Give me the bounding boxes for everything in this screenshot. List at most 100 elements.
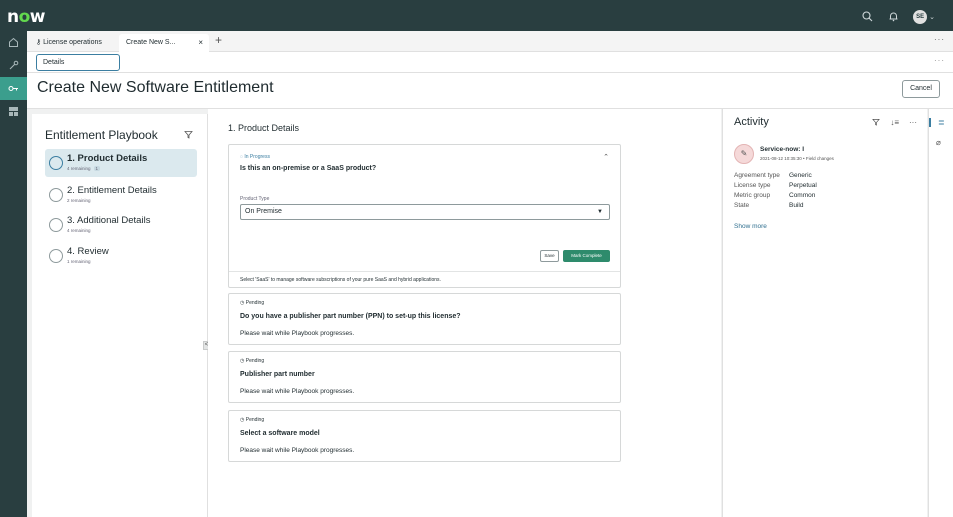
- status-label: ◷ Pending: [240, 300, 264, 306]
- edit-icon: ✎: [734, 144, 754, 164]
- select-value: On Premise: [245, 208, 282, 215]
- logo-letter-o: o: [18, 7, 31, 27]
- playbook-title: Entitlement Playbook: [45, 128, 158, 142]
- activity-title: Activity: [734, 116, 769, 128]
- right-rail: ≣ ⌀: [928, 109, 953, 517]
- logo-letter-w: w: [29, 7, 46, 27]
- activity-card-pending: ◷ Pending Do you have a publisher part n…: [228, 293, 621, 345]
- top-navigation-bar: now SE ⌄: [0, 0, 953, 31]
- caret-down-icon: ▼: [597, 209, 603, 215]
- user-menu[interactable]: SE ⌄: [913, 10, 935, 24]
- field-value: Perpetual: [789, 182, 817, 189]
- tab-license-operations[interactable]: ⚷ License operations: [29, 34, 109, 52]
- status-label: ◷ Pending: [240, 358, 264, 364]
- status-label: ◷ Pending: [240, 417, 264, 423]
- card-question: Do you have a publisher part number (PPN…: [240, 313, 461, 320]
- activity-field-row: License type Perpetual: [734, 182, 817, 189]
- wrench-icon[interactable]: [0, 54, 27, 77]
- grid-icon[interactable]: [0, 100, 27, 123]
- workspace-tabs: ⚷ License operations Create New S... × +…: [27, 31, 953, 52]
- activity-card-pending: ◷ Pending Publisher part number Please w…: [228, 351, 621, 403]
- field-key: Metric group: [734, 192, 771, 199]
- filter-icon[interactable]: [872, 118, 881, 128]
- status-label: ◌ In Progress: [240, 154, 270, 160]
- activity-panel: Activity ↓≡ ··· ✎ Service-now: I 2021-08…: [722, 109, 927, 517]
- servicenow-logo[interactable]: now: [7, 7, 46, 27]
- clock-icon: ◷: [240, 417, 245, 423]
- activity-field-row: Metric group Common: [734, 192, 815, 199]
- card-wait-text: Please wait while Playbook progresses.: [240, 388, 355, 395]
- more-icon[interactable]: ···: [934, 35, 945, 44]
- field-value: Common: [789, 192, 816, 199]
- cancel-button[interactable]: Cancel: [902, 80, 940, 98]
- field-key: State: [734, 202, 750, 209]
- status-text: In Progress: [244, 154, 270, 160]
- tab-create-new-software[interactable]: Create New S... ×: [119, 34, 209, 52]
- field-value: Generic: [789, 172, 812, 179]
- save-button[interactable]: Save: [540, 250, 559, 262]
- attachment-icon[interactable]: ⌀: [936, 138, 941, 147]
- step-remaining: 2 remaining: [67, 198, 91, 203]
- playbook-step-product-details[interactable]: 1. Product Details 4 remaining 1: [45, 149, 197, 177]
- field-key: License type: [734, 182, 771, 189]
- chevron-up-icon[interactable]: ⌃: [603, 153, 609, 161]
- field-value: Build: [789, 202, 804, 209]
- activity-card-pending: ◷ Pending Select a software model Please…: [228, 410, 621, 462]
- step-remaining: 4 remaining: [67, 228, 91, 233]
- field-key: Agreement type: [734, 172, 780, 179]
- card-question: Is this an on-premise or a SaaS product?: [240, 165, 377, 172]
- add-tab-button[interactable]: +: [215, 33, 222, 47]
- step-remaining-text: 4 remaining: [67, 166, 91, 171]
- step-name: 2. Entitlement Details: [67, 185, 157, 196]
- notification-bell-icon[interactable]: [887, 11, 899, 23]
- progress-circle-icon: [49, 188, 63, 202]
- card-question: Select a software model: [240, 430, 320, 437]
- field-label: Product Type: [240, 196, 270, 202]
- playbook-step-additional-details[interactable]: 3. Additional Details 4 remaining: [45, 211, 197, 239]
- left-rail: [0, 31, 27, 517]
- status-text: Pending: [245, 358, 265, 364]
- content-area: Entitlement Playbook 1. Product Details …: [27, 109, 953, 517]
- mark-complete-button[interactable]: Mark Complete: [563, 250, 610, 262]
- page-header: Create New Software Entitlement Cancel: [27, 73, 953, 109]
- step-remaining: 4 remaining 1: [67, 166, 101, 171]
- top-icons: SE ⌄: [861, 10, 935, 24]
- progress-circle-icon: [49, 249, 63, 263]
- key-icon[interactable]: [0, 77, 27, 100]
- search-icon[interactable]: [861, 11, 873, 23]
- chevron-down-icon: ⌄: [929, 14, 935, 21]
- step-name: 1. Product Details: [67, 153, 148, 164]
- status-text: Pending: [245, 417, 265, 423]
- card-question: Publisher part number: [240, 371, 315, 378]
- card-wait-text: Please wait while Playbook progresses.: [240, 447, 355, 454]
- more-icon[interactable]: ···: [909, 118, 917, 128]
- activity-entry-author: Service-now: I: [760, 146, 805, 153]
- page-title: Create New Software Entitlement: [37, 79, 274, 96]
- step-name: 3. Additional Details: [67, 215, 151, 226]
- sort-icon[interactable]: ↓≡: [890, 118, 899, 128]
- progress-circle-icon: [49, 218, 63, 232]
- filter-icon[interactable]: [184, 130, 193, 141]
- activity-card-in-progress: ◌ In Progress ⌃ Is this an on-premise or…: [228, 144, 621, 288]
- activity-stream-icon[interactable]: ≣: [929, 118, 945, 127]
- tab-label: Create New S...: [126, 39, 176, 46]
- close-icon[interactable]: ×: [198, 34, 203, 52]
- tab-label: License operations: [43, 39, 102, 46]
- tab-details[interactable]: Details: [36, 54, 120, 71]
- more-icon[interactable]: ···: [934, 56, 945, 65]
- sub-tabs: Details ···: [27, 52, 953, 73]
- card-wait-text: Please wait while Playbook progresses.: [240, 330, 355, 337]
- home-icon[interactable]: [0, 31, 27, 54]
- activity-field-row: Agreement type Generic: [734, 172, 812, 179]
- card-hint: Select 'SaaS' to manage software subscri…: [229, 271, 620, 288]
- step-badge: 1: [93, 166, 101, 171]
- show-more-link[interactable]: Show more: [734, 223, 767, 230]
- playbook-panel: Entitlement Playbook 1. Product Details …: [32, 114, 208, 517]
- activity-entry-time: 2021-08-12 10:35:30 • Field changes: [760, 156, 834, 161]
- progress-spinner-icon: ◌: [240, 154, 243, 160]
- key-icon: ⚷: [36, 39, 42, 46]
- playbook-step-entitlement-details[interactable]: 2. Entitlement Details 2 remaining: [45, 181, 197, 209]
- clock-icon: ◷: [240, 358, 245, 364]
- playbook-step-review[interactable]: 4. Review 1 remaining: [45, 242, 197, 270]
- product-type-select[interactable]: On Premise ▼: [240, 204, 610, 220]
